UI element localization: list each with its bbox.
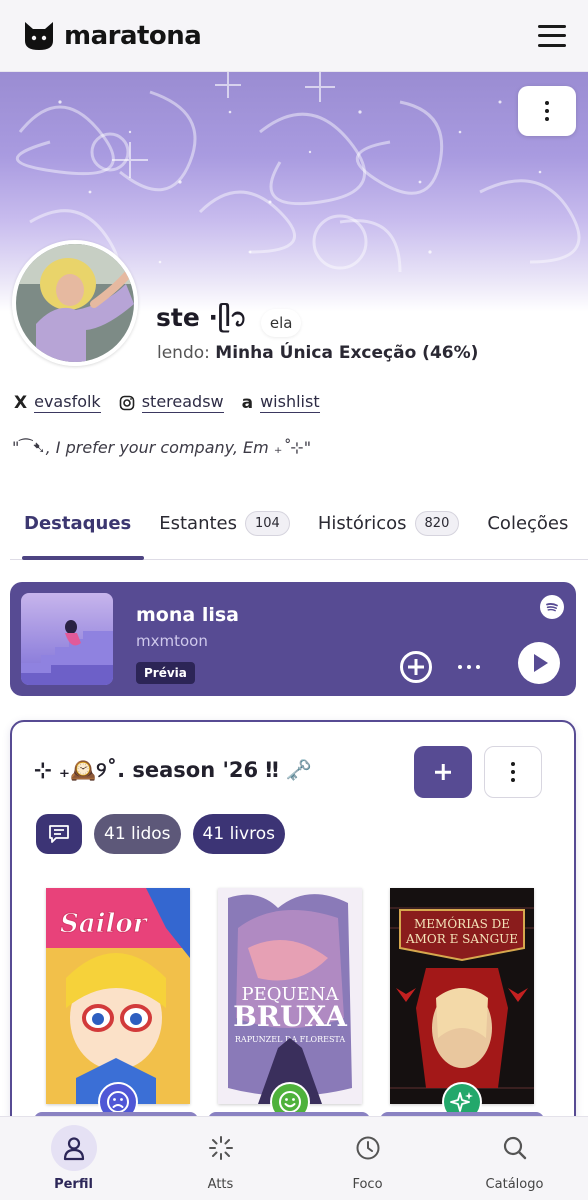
- nav-label: Atts: [207, 1177, 234, 1192]
- search-icon: [492, 1125, 538, 1171]
- social-links: X evasfolk stereadsw a wishlist: [14, 392, 320, 413]
- pequena-bruxa-cover[interactable]: PEQUENA BRUXA RAPUNZEL DA FLORESTA: [218, 888, 362, 1104]
- amazon-icon: a: [241, 392, 254, 413]
- profile-icon: [50, 1125, 97, 1171]
- notes-button[interactable]: [36, 814, 82, 854]
- tab-label: Destaques: [24, 513, 132, 534]
- track-title: mona lisa: [136, 604, 239, 626]
- hamburger-line: [538, 24, 566, 28]
- tab-destaques[interactable]: Destaques: [10, 498, 145, 550]
- social-link-instagram[interactable]: stereadsw: [119, 392, 224, 413]
- x-icon: X: [14, 392, 28, 413]
- nav-foco[interactable]: Foco: [313, 1125, 423, 1192]
- profile-bio: "⁀➷, I prefer your company, Em ₊˚⊹": [12, 438, 312, 457]
- tab-historicos[interactable]: Históricos 820: [304, 498, 474, 550]
- memorias-cover[interactable]: MEMÓRIAS DE AMOR E SANGUE: [390, 888, 534, 1104]
- album-art-image: [21, 593, 113, 685]
- profile-tabs: Destaques Estantes 104 Históricos 820 Co…: [10, 488, 588, 560]
- tab-label: Estantes: [159, 513, 238, 534]
- social-link-amazon[interactable]: a wishlist: [242, 392, 320, 413]
- sailor-v-cover-art: Sailor: [46, 888, 190, 1104]
- tab-label: Históricos: [317, 513, 407, 534]
- nav-atts[interactable]: Atts: [166, 1125, 276, 1192]
- nav-catalogo[interactable]: Catálogo: [460, 1125, 570, 1192]
- bottom-navigation: Perfil Atts Foco Catálogo: [0, 1116, 588, 1200]
- track-more-button[interactable]: [458, 665, 480, 669]
- brand-name: maratona: [64, 20, 202, 51]
- nav-label: Catálogo: [485, 1177, 544, 1192]
- spotify-track-card[interactable]: mona lisa mxmtoon Prévia: [10, 582, 576, 696]
- season-shelf-card: ⊹ ₊🕰️୨˚. season '26 ‼ 🗝️ 41 lidos 41 liv…: [10, 720, 576, 1140]
- track-artist: mxmtoon: [136, 632, 208, 650]
- updates-icon: [198, 1125, 244, 1171]
- tab-count-badge: 820: [414, 511, 460, 536]
- more-vertical-icon: [545, 101, 549, 121]
- clock-icon: [345, 1125, 391, 1171]
- add-track-button[interactable]: [400, 651, 432, 683]
- books-count-chip[interactable]: 41 livros: [192, 814, 285, 854]
- tab-count-badge: 104: [245, 511, 290, 536]
- add-book-button[interactable]: [414, 746, 472, 798]
- social-label: wishlist: [260, 392, 320, 413]
- notes-icon: [49, 825, 69, 843]
- instagram-icon: [119, 395, 135, 410]
- shelf-options-button[interactable]: [484, 746, 542, 798]
- memorias-cover-art: MEMÓRIAS DE AMOR E SANGUE: [390, 888, 534, 1104]
- pequena-bruxa-cover-art: PEQUENA BRUXA RAPUNZEL DA FLORESTA: [218, 888, 362, 1104]
- brand-logo[interactable]: maratona: [22, 19, 202, 53]
- svg-text:BRUXA: BRUXA: [233, 1000, 348, 1033]
- hamburger-line: [538, 34, 566, 37]
- more-vertical-icon: [511, 762, 515, 782]
- play-button[interactable]: [518, 642, 560, 684]
- avatar[interactable]: [12, 240, 138, 366]
- hamburger-line: [538, 43, 566, 47]
- sailor-v-cover[interactable]: Sailor: [46, 888, 190, 1104]
- pronoun-badge: ela: [260, 308, 302, 337]
- currently-reading: lendo: Minha Única Exceção (46%): [157, 343, 478, 363]
- preview-badge: Prévia: [136, 662, 195, 684]
- svg-text:MEMÓRIAS DE: MEMÓRIAS DE: [414, 915, 510, 931]
- cat-logo-icon: [25, 21, 53, 50]
- tab-label: Coleções: [487, 513, 569, 534]
- social-label: evasfolk: [34, 392, 101, 413]
- svg-text:AMOR E SANGUE: AMOR E SANGUE: [405, 932, 518, 946]
- username: ste ⋅ᥫ᭡: [156, 303, 247, 332]
- shelf-title: ⊹ ₊🕰️୨˚. season '26 ‼ 🗝️: [34, 758, 313, 782]
- tab-estantes[interactable]: Estantes 104: [145, 498, 304, 550]
- top-bar: maratona: [0, 0, 588, 72]
- read-count-chip[interactable]: 41 lidos: [94, 814, 181, 854]
- profile-name-row: ste ⋅ᥫ᭡ ela: [156, 300, 302, 345]
- spotify-icon[interactable]: [540, 595, 564, 619]
- profile-options-button[interactable]: [518, 86, 576, 136]
- nav-label: Foco: [352, 1177, 383, 1192]
- reading-label: lendo:: [157, 343, 210, 363]
- reading-book-link[interactable]: Minha Única Exceção (46%): [215, 343, 478, 363]
- shelf-stats: 41 lidos 41 livros: [36, 814, 285, 854]
- nav-label: Perfil: [54, 1177, 93, 1192]
- nav-perfil[interactable]: Perfil: [19, 1125, 129, 1192]
- menu-button[interactable]: [538, 24, 566, 47]
- svg-text:Sailor: Sailor: [60, 909, 149, 939]
- tab-colecoes[interactable]: Coleções: [473, 498, 582, 550]
- avatar-photo: [16, 244, 134, 362]
- social-label: stereadsw: [141, 392, 224, 413]
- social-link-x[interactable]: X evasfolk: [14, 392, 101, 413]
- active-tab-indicator: [22, 556, 144, 560]
- album-art: [21, 593, 113, 685]
